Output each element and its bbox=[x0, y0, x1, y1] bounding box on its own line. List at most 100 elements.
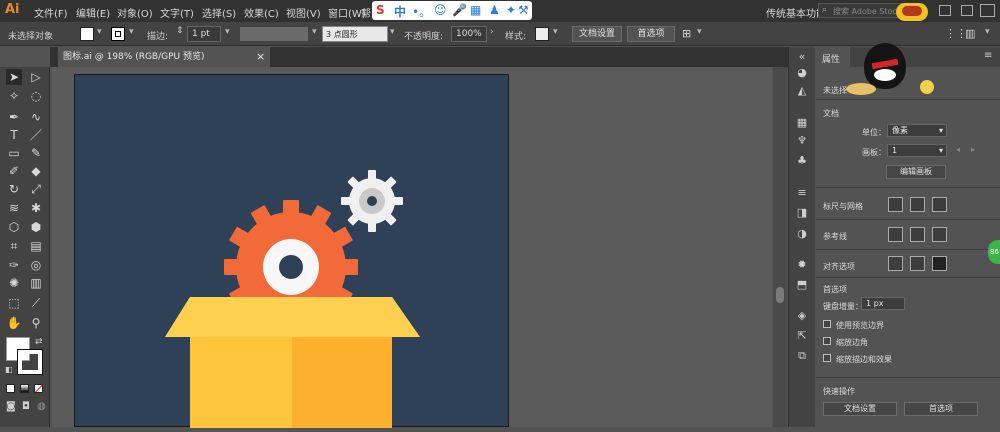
direct-selection-tool-icon[interactable]: ▷ bbox=[28, 69, 44, 85]
chevron-down-icon[interactable]: ▾ bbox=[985, 27, 990, 37]
quick-preferences-button[interactable]: 首选项 bbox=[904, 402, 978, 416]
menu-view[interactable]: 视图(V) bbox=[286, 5, 321, 20]
color-guide-icon[interactable]: ◭ bbox=[795, 85, 809, 97]
brushes-icon[interactable]: ♆ bbox=[795, 135, 809, 147]
column-graph-icon[interactable]: ▥ bbox=[28, 275, 44, 291]
scale-corners-checkbox[interactable] bbox=[823, 337, 831, 345]
default-colors-icon[interactable]: ◧ bbox=[5, 365, 13, 374]
color-panel-icon[interactable]: ◕ bbox=[795, 67, 809, 79]
blend-tool-icon[interactable]: ◎ bbox=[28, 257, 44, 273]
mic-icon[interactable]: 🎤 bbox=[452, 3, 467, 17]
color-mode-icon[interactable] bbox=[6, 384, 15, 393]
collapse-arrows-icon[interactable]: « bbox=[795, 51, 809, 63]
stock-search[interactable]: ⌕ 搜索 Adobe Stock bbox=[818, 3, 908, 18]
symbol-sprayer-icon[interactable]: ✺ bbox=[6, 275, 22, 291]
chevron-down-icon[interactable]: ▾ bbox=[312, 27, 317, 37]
artboard-tool-icon[interactable]: ⬚ bbox=[6, 295, 22, 311]
opacity-input[interactable]: 100% bbox=[451, 26, 487, 42]
type-tool-icon[interactable]: T bbox=[6, 127, 22, 143]
selection-tool-icon[interactable]: ➤ bbox=[6, 69, 22, 85]
ime-toolbar[interactable]: S 中 •。 ☺ 🎤 ▦ ♟ ✦ ⚒ bbox=[372, 1, 532, 20]
chevron-down-icon[interactable]: ▾ bbox=[129, 27, 134, 37]
draw-behind-icon[interactable]: ◘ bbox=[22, 401, 30, 412]
artboards-icon[interactable]: ⧉ bbox=[795, 350, 809, 362]
gradient-mode-icon[interactable] bbox=[20, 384, 29, 393]
arrange-icon[interactable]: ⊞ bbox=[682, 27, 691, 40]
eyedropper-icon[interactable]: ✑ bbox=[6, 257, 22, 273]
status-badge[interactable]: 86 bbox=[988, 240, 1000, 264]
tab-properties[interactable]: 属性 bbox=[816, 47, 850, 67]
transparency-icon[interactable]: ◑ bbox=[795, 228, 809, 240]
draw-inside-icon[interactable]: ◍ bbox=[37, 401, 46, 412]
panel-menu-icon[interactable]: ≡ bbox=[984, 50, 992, 61]
export-icon[interactable]: ⇱ bbox=[795, 330, 809, 342]
ime-punct[interactable]: •。 bbox=[412, 3, 431, 20]
vertical-scrollbar[interactable] bbox=[773, 67, 787, 427]
none-mode-icon[interactable] bbox=[34, 384, 43, 393]
lock-guides-icon[interactable] bbox=[910, 227, 925, 242]
scale-strokes-checkbox[interactable] bbox=[823, 354, 831, 362]
prev-artboard-icon[interactable]: ◂ bbox=[956, 145, 960, 154]
wrench-icon[interactable]: ⚒ bbox=[518, 3, 529, 17]
keyboard-icon[interactable]: ▦ bbox=[470, 3, 481, 17]
search-placeholder[interactable]: 搜索 Adobe Stock bbox=[833, 6, 902, 17]
show-guides-icon[interactable] bbox=[888, 227, 903, 242]
swap-colors-icon[interactable]: ⇄ bbox=[35, 337, 43, 347]
swatches-icon[interactable]: ▦ bbox=[795, 117, 809, 129]
curvature-tool-icon[interactable]: ∿ bbox=[28, 109, 44, 125]
shirt-icon[interactable]: ✦ bbox=[506, 3, 516, 17]
workspace-switcher[interactable]: 传统基本功能 bbox=[766, 5, 826, 20]
grid-layout-icon[interactable]: ⋮⋮ bbox=[945, 27, 967, 40]
chevron-down-icon[interactable]: ▾ bbox=[553, 27, 558, 37]
snap-to-grid-icon[interactable] bbox=[932, 256, 947, 271]
menu-help[interactable]: 帮 bbox=[361, 5, 371, 20]
stroke-swatch[interactable] bbox=[111, 27, 125, 41]
chevron-down-icon[interactable]: ▾ bbox=[697, 27, 702, 37]
variable-width-profile[interactable] bbox=[240, 27, 308, 41]
zoom-tool-icon[interactable]: ⚲ bbox=[28, 315, 44, 331]
appearance-icon[interactable]: ✹ bbox=[795, 259, 809, 271]
gradient-tool-icon[interactable]: ▤ bbox=[28, 238, 44, 254]
chevron-down-icon[interactable]: ▾ bbox=[225, 27, 230, 37]
chevron-down-icon[interactable]: ▾ bbox=[390, 27, 395, 37]
menu-file[interactable]: 文件(F) bbox=[34, 5, 68, 20]
preferences-button[interactable]: 首选项 bbox=[627, 26, 675, 42]
width-tool-icon[interactable]: ≋ bbox=[6, 200, 22, 216]
lasso-icon[interactable]: ◌ bbox=[28, 88, 44, 104]
emoji-icon[interactable]: ☺ bbox=[434, 3, 447, 17]
draw-mode-icon[interactable]: ◙ bbox=[6, 401, 16, 412]
symbols-icon[interactable]: ♣ bbox=[795, 155, 809, 167]
rectangle-tool-icon[interactable]: ▭ bbox=[6, 145, 22, 161]
slice-tool-icon[interactable]: ⟋ bbox=[28, 295, 44, 311]
minimize-icon[interactable] bbox=[961, 5, 973, 16]
perspective-grid-icon[interactable]: ⌗ bbox=[6, 238, 22, 254]
edit-artboard-button[interactable]: 编辑画板 bbox=[886, 165, 946, 179]
chevron-down-icon[interactable]: ▾ bbox=[97, 27, 102, 37]
gradient-panel-icon[interactable]: ◨ bbox=[795, 207, 809, 219]
unit-select[interactable]: 像素 ▾ bbox=[887, 124, 947, 137]
chevron-right-icon[interactable]: › bbox=[490, 27, 494, 37]
hand-tool-icon[interactable]: ✋ bbox=[6, 315, 22, 331]
next-artboard-icon[interactable]: ▸ bbox=[971, 145, 975, 154]
snap-to-point-icon[interactable] bbox=[888, 256, 903, 271]
doc-setup-button[interactable]: 文档设置 bbox=[572, 26, 622, 42]
panel-layout-icon[interactable]: ▥ bbox=[965, 27, 975, 40]
quick-doc-setup-button[interactable]: 文档设置 bbox=[823, 402, 897, 416]
transparency-grid-icon[interactable] bbox=[932, 197, 947, 212]
menu-object[interactable]: 对象(O) bbox=[117, 5, 153, 20]
pen-tool-icon[interactable]: ✒ bbox=[6, 109, 22, 125]
artboard-select[interactable]: 1 ▾ bbox=[887, 144, 947, 157]
tab-close-icon[interactable]: × bbox=[256, 47, 265, 67]
ruler-icon[interactable] bbox=[888, 197, 903, 212]
stroke-panel-icon[interactable]: ≡ bbox=[795, 187, 809, 199]
graphic-style-swatch[interactable] bbox=[535, 27, 549, 41]
restore-icon[interactable] bbox=[980, 4, 995, 17]
layers-icon[interactable]: ◈ bbox=[795, 310, 809, 322]
preview-bounds-checkbox[interactable] bbox=[823, 320, 831, 328]
open-box-shape[interactable] bbox=[165, 297, 420, 428]
line-tool-icon[interactable]: ／ bbox=[28, 127, 44, 143]
menu-edit[interactable]: 编辑(E) bbox=[76, 5, 110, 20]
shaper-tool-icon[interactable]: ✐ bbox=[6, 163, 22, 179]
scrollbar-thumb[interactable] bbox=[776, 287, 784, 303]
brush-definition[interactable]: 3 点圆形 bbox=[322, 26, 388, 42]
